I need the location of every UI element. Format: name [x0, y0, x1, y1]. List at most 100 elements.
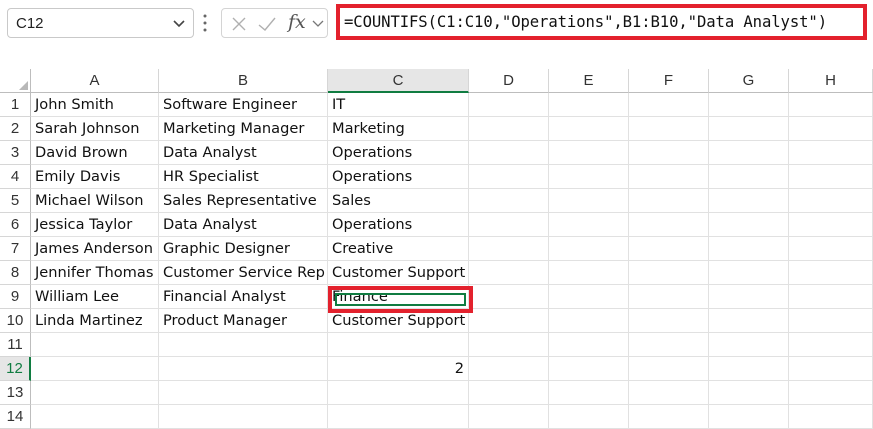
cell-b14[interactable] [159, 405, 328, 429]
cell-c13[interactable] [328, 381, 469, 405]
cell-h12[interactable] [789, 357, 873, 381]
row-header-13[interactable]: 13 [0, 381, 31, 405]
select-all-corner[interactable] [0, 69, 31, 93]
cell-g5[interactable] [709, 189, 789, 213]
cell-c8[interactable]: Customer Support [328, 261, 469, 285]
cell-e7[interactable] [549, 237, 629, 261]
cell-b7[interactable]: Graphic Designer [159, 237, 328, 261]
cancel-icon[interactable] [230, 15, 248, 33]
cell-d8[interactable] [469, 261, 549, 285]
formula-input[interactable]: =COUNTIFS(C1:C10,"Operations",B1:B10,"Da… [336, 4, 867, 40]
insert-function-button[interactable]: fx [288, 11, 306, 33]
cell-f3[interactable] [629, 141, 709, 165]
row-header-8[interactable]: 8 [0, 261, 31, 285]
cell-b4[interactable]: HR Specialist [159, 165, 328, 189]
column-header-g[interactable]: G [709, 69, 789, 93]
cell-e1[interactable] [549, 93, 629, 117]
cell-a10[interactable]: Linda Martinez [31, 309, 159, 333]
cell-d4[interactable] [469, 165, 549, 189]
cell-g11[interactable] [709, 333, 789, 357]
cell-f12[interactable] [629, 357, 709, 381]
cell-d12[interactable] [469, 357, 549, 381]
cell-b5[interactable]: Sales Representative [159, 189, 328, 213]
column-header-a[interactable]: A [31, 69, 159, 93]
cell-b13[interactable] [159, 381, 328, 405]
cell-d3[interactable] [469, 141, 549, 165]
cell-c3[interactable]: Operations [328, 141, 469, 165]
name-box[interactable]: C12 [7, 8, 194, 38]
cell-a8[interactable]: Jennifer Thomas [31, 261, 159, 285]
cell-a5[interactable]: Michael Wilson [31, 189, 159, 213]
row-header-11[interactable]: 11 [0, 333, 31, 357]
cell-c5[interactable]: Sales [328, 189, 469, 213]
cell-g3[interactable] [709, 141, 789, 165]
cell-b12[interactable] [159, 357, 328, 381]
cell-d10[interactable] [469, 309, 549, 333]
cell-h3[interactable] [789, 141, 873, 165]
cell-h7[interactable] [789, 237, 873, 261]
cell-a3[interactable]: David Brown [31, 141, 159, 165]
row-header-6[interactable]: 6 [0, 213, 31, 237]
cell-b8[interactable]: Customer Service Rep [159, 261, 328, 285]
result-cell[interactable]: 2 [328, 357, 469, 381]
cell-c1[interactable]: IT [328, 93, 469, 117]
cell-h8[interactable] [789, 261, 873, 285]
cell-d6[interactable] [469, 213, 549, 237]
cell-d13[interactable] [469, 381, 549, 405]
cell-f1[interactable] [629, 93, 709, 117]
cell-b6[interactable]: Data Analyst [159, 213, 328, 237]
cell-e14[interactable] [549, 405, 629, 429]
cell-d5[interactable] [469, 189, 549, 213]
cell-b10[interactable]: Product Manager [159, 309, 328, 333]
cell-b11[interactable] [159, 333, 328, 357]
cell-c11[interactable] [328, 333, 469, 357]
cell-h1[interactable] [789, 93, 873, 117]
row-header-7[interactable]: 7 [0, 237, 31, 261]
cell-b1[interactable]: Software Engineer [159, 93, 328, 117]
cell-d2[interactable] [469, 117, 549, 141]
cell-a11[interactable] [31, 333, 159, 357]
chevron-down-icon[interactable] [171, 15, 187, 31]
cell-g8[interactable] [709, 261, 789, 285]
cell-g7[interactable] [709, 237, 789, 261]
column-header-h[interactable]: H [789, 69, 873, 93]
cell-c7[interactable]: Creative [328, 237, 469, 261]
cell-a14[interactable] [31, 405, 159, 429]
row-header-5[interactable]: 5 [0, 189, 31, 213]
column-header-b[interactable]: B [159, 69, 328, 93]
cell-h10[interactable] [789, 309, 873, 333]
row-header-1[interactable]: 1 [0, 93, 31, 117]
cell-e10[interactable] [549, 309, 629, 333]
expand-chevron-icon[interactable] [311, 16, 325, 30]
cell-g6[interactable] [709, 213, 789, 237]
cell-c2[interactable]: Marketing [328, 117, 469, 141]
cell-e5[interactable] [549, 189, 629, 213]
cell-d9[interactable] [469, 285, 549, 309]
cell-a1[interactable]: John Smith [31, 93, 159, 117]
row-header-10[interactable]: 10 [0, 309, 31, 333]
cell-a7[interactable]: James Anderson [31, 237, 159, 261]
cell-e13[interactable] [549, 381, 629, 405]
cell-f4[interactable] [629, 165, 709, 189]
cell-h11[interactable] [789, 333, 873, 357]
cell-g1[interactable] [709, 93, 789, 117]
more-options-icon[interactable] [203, 13, 207, 33]
cell-h2[interactable] [789, 117, 873, 141]
cell-e4[interactable] [549, 165, 629, 189]
row-header-12[interactable]: 12 [0, 357, 31, 381]
cell-e3[interactable] [549, 141, 629, 165]
cell-e11[interactable] [549, 333, 629, 357]
cell-f2[interactable] [629, 117, 709, 141]
cell-g14[interactable] [709, 405, 789, 429]
cell-c4[interactable]: Operations [328, 165, 469, 189]
cell-f6[interactable] [629, 213, 709, 237]
column-header-f[interactable]: F [629, 69, 709, 93]
cell-e6[interactable] [549, 213, 629, 237]
column-header-e[interactable]: E [549, 69, 629, 93]
cell-f14[interactable] [629, 405, 709, 429]
cell-f10[interactable] [629, 309, 709, 333]
cell-h6[interactable] [789, 213, 873, 237]
cell-c6[interactable]: Operations [328, 213, 469, 237]
cell-c14[interactable] [328, 405, 469, 429]
cell-a4[interactable]: Emily Davis [31, 165, 159, 189]
